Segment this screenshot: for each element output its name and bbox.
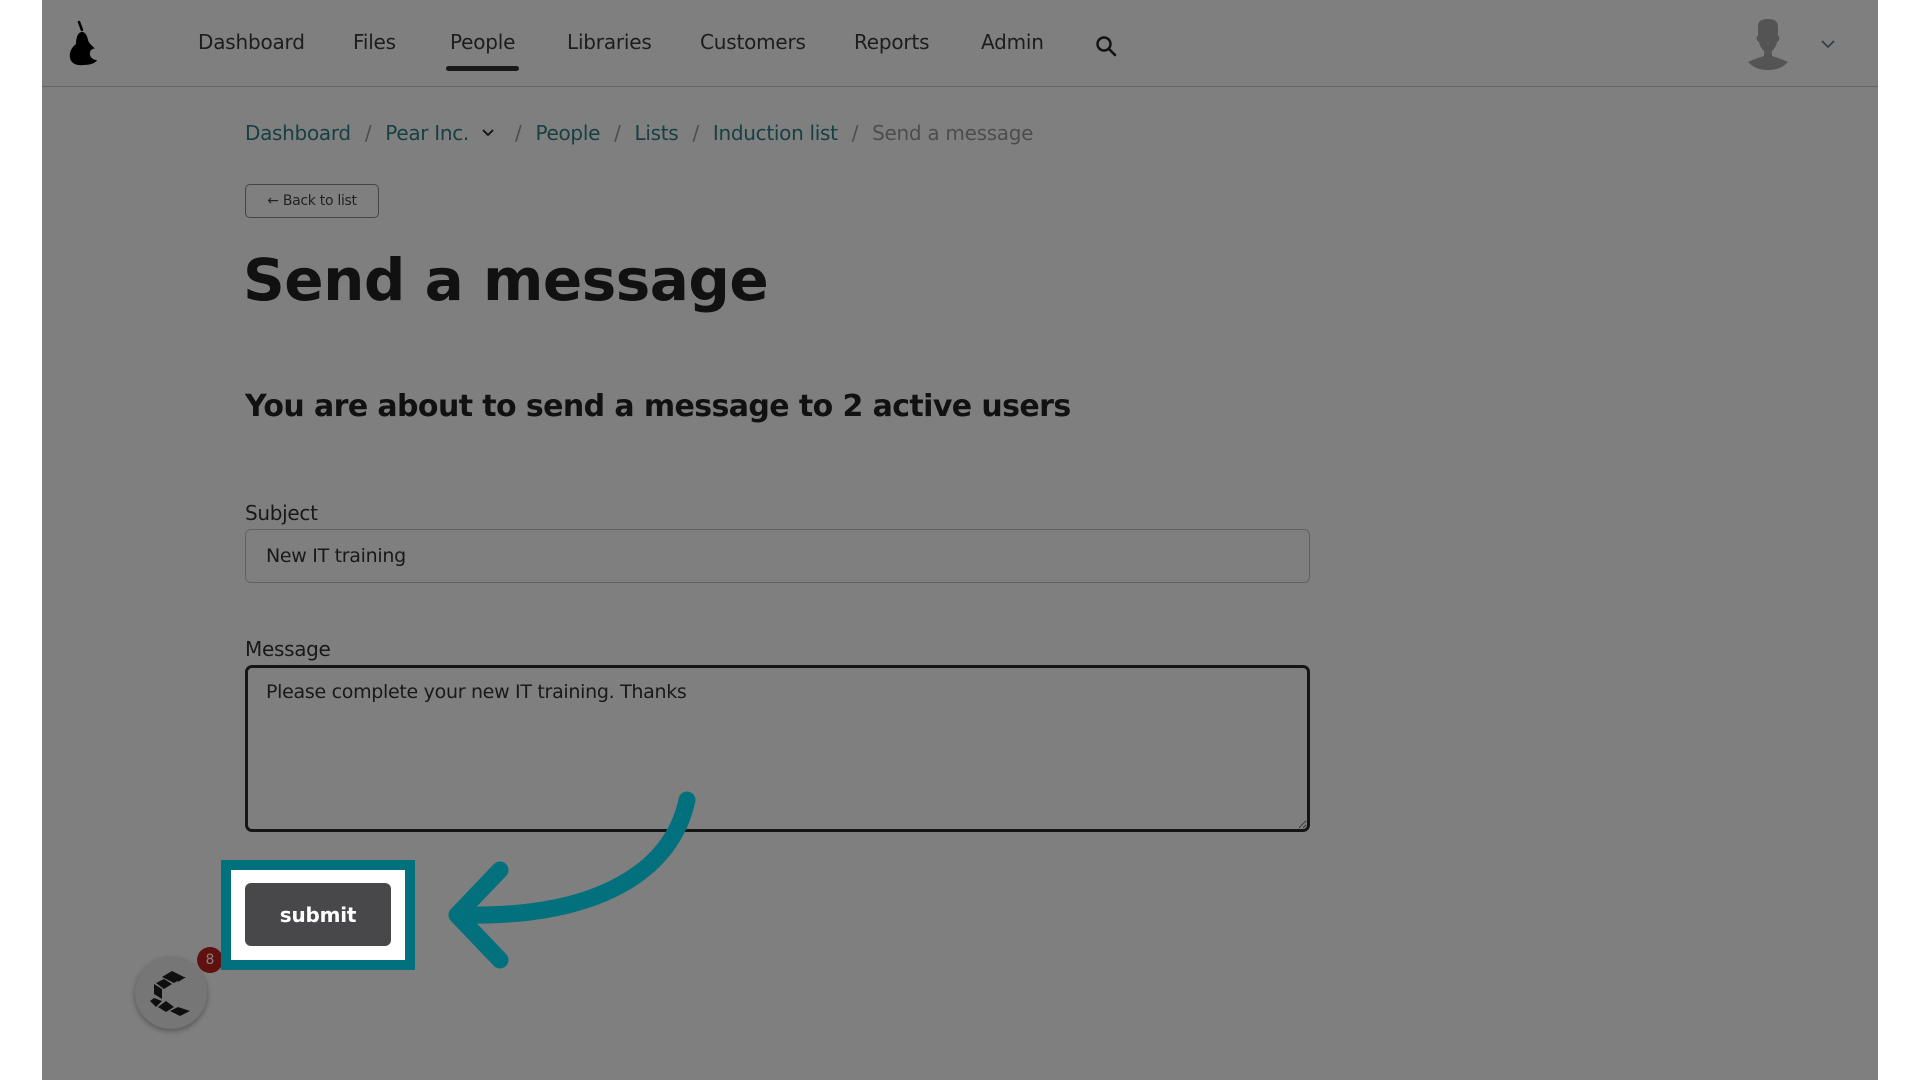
chevron-down-icon[interactable] <box>481 128 495 138</box>
top-navigation: Dashboard Files People Libraries Custome… <box>42 0 1878 87</box>
nav-libraries[interactable]: Libraries <box>567 30 652 54</box>
message-label: Message <box>245 637 331 661</box>
nav-customers[interactable]: Customers <box>700 30 806 54</box>
breadcrumb-lists[interactable]: Lists <box>635 121 679 145</box>
breadcrumb-separator: / <box>692 121 699 145</box>
breadcrumb-separator: / <box>614 121 621 145</box>
nav-dashboard[interactable]: Dashboard <box>198 30 305 54</box>
chevron-down-icon[interactable] <box>1820 38 1836 50</box>
breadcrumb-current: Send a message <box>872 121 1034 145</box>
notification-badge: 8 <box>197 947 223 973</box>
submit-button[interactable]: submit <box>245 883 391 946</box>
pear-logo-icon[interactable] <box>68 20 98 66</box>
recipient-summary: You are about to send a message to 2 act… <box>245 389 1071 424</box>
nav-reports[interactable]: Reports <box>854 30 930 54</box>
nav-files[interactable]: Files <box>353 30 396 54</box>
breadcrumb-induction-list[interactable]: Induction list <box>713 121 838 145</box>
breadcrumb-separator: / <box>514 121 522 145</box>
search-icon[interactable] <box>1094 34 1118 58</box>
back-to-list-button[interactable]: ← Back to list <box>245 184 379 218</box>
breadcrumb-organization[interactable]: Pear Inc. <box>385 121 469 145</box>
breadcrumb-separator: / <box>851 121 859 145</box>
subject-label: Subject <box>245 501 318 525</box>
breadcrumb-dashboard[interactable]: Dashboard <box>245 121 351 145</box>
breadcrumb-separator: / <box>364 121 372 145</box>
message-textarea[interactable]: Please complete your new IT training. Th… <box>245 665 1310 832</box>
breadcrumb-people[interactable]: People <box>535 121 600 145</box>
nav-admin[interactable]: Admin <box>981 30 1044 54</box>
submit-highlight: submit <box>221 860 415 970</box>
breadcrumb: Dashboard / Pear Inc. / People / Lists /… <box>245 121 1033 145</box>
user-avatar-icon[interactable] <box>1746 18 1790 70</box>
nav-people[interactable]: People <box>445 30 520 71</box>
subject-input[interactable] <box>245 529 1310 583</box>
chat-widget-button[interactable]: 8 <box>135 947 223 1029</box>
page-title: Send a message <box>243 246 769 314</box>
chat-logo-icon <box>150 971 190 1016</box>
